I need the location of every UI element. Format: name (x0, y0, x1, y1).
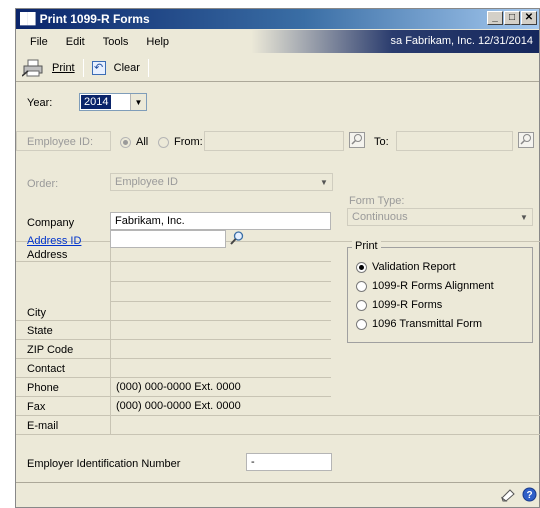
menu-tools[interactable]: Tools (94, 36, 138, 48)
user-company-date: sa Fabrikam, Inc. 12/31/2014 (390, 35, 533, 47)
form-type-label: Form Type: (349, 195, 405, 207)
order-dropdown[interactable]: Employee ID ▼ (110, 173, 333, 191)
chevron-down-icon: ▼ (320, 177, 328, 187)
divider (110, 301, 331, 302)
ein-field[interactable]: - (246, 453, 332, 471)
form-type-dropdown[interactable]: Continuous ▼ (347, 208, 533, 226)
year-dropdown[interactable]: 2014 ▼ (79, 93, 147, 111)
menu-edit[interactable]: Edit (57, 36, 94, 48)
radio-label: Validation Report (372, 261, 456, 273)
validation-report-radio[interactable]: Validation Report (356, 261, 456, 273)
divider (16, 377, 331, 378)
toolbar-separator-2 (147, 58, 149, 77)
divider (110, 281, 331, 282)
radio-dot (356, 280, 367, 292)
radio-label: 1099-R Forms (372, 299, 443, 311)
ein-label: Employer Identification Number (27, 458, 181, 470)
svg-text:?: ? (526, 490, 532, 501)
fax-value: (000) 000-0000 Ext. 0000 (116, 400, 241, 412)
print-button[interactable]: Print (16, 59, 79, 77)
city-label: City (27, 307, 46, 319)
state-label: State (27, 325, 53, 337)
app-icon: ██ (20, 13, 36, 25)
contact-label: Contact (27, 363, 65, 375)
close-button[interactable]: ✕ (521, 11, 537, 25)
company-field[interactable]: Fabrikam, Inc. (110, 212, 331, 230)
order-value: Employee ID (115, 176, 178, 188)
year-value: 2014 (79, 94, 113, 110)
divider (16, 241, 540, 242)
print-label: Print (52, 61, 75, 74)
clear-button[interactable]: ↶ Clear (88, 60, 144, 75)
divider (16, 415, 540, 416)
company-label: Company (27, 217, 75, 229)
phone-value: (000) 000-0000 Ext. 0000 (116, 381, 241, 393)
window-controls: _ □ ✕ (487, 11, 537, 25)
divider (16, 339, 331, 340)
email-label: E-mail (27, 420, 59, 432)
year-label: Year: (27, 97, 53, 109)
radio-label: 1096 Transmittal Form (372, 318, 483, 330)
search-icon[interactable] (228, 229, 246, 247)
radio-dot (158, 136, 169, 148)
divider (16, 434, 540, 435)
column-divider (110, 241, 111, 434)
undo-icon: ↶ (91, 60, 106, 75)
forms-radio[interactable]: 1099-R Forms (356, 299, 442, 311)
forms-alignment-radio[interactable]: 1099-R Forms Alignment (356, 280, 494, 292)
toolbar: Print ↶ Clear (16, 54, 539, 82)
minimize-button[interactable]: _ (487, 11, 503, 25)
clear-label: Clear (113, 61, 140, 74)
divider (16, 358, 331, 359)
employee-from-radio[interactable]: From: (158, 136, 203, 148)
employee-all-radio[interactable]: All (120, 136, 148, 148)
radio-dot (356, 318, 367, 330)
radio-label: 1099-R Forms Alignment (372, 280, 494, 292)
address-id-field[interactable] (110, 230, 226, 248)
employee-to-field[interactable] (396, 131, 513, 151)
title-bar: ██ Print 1099-R Forms _ □ ✕ (16, 9, 539, 29)
fax-label: Fax (27, 401, 46, 413)
radio-dot (356, 261, 367, 273)
employee-id-field-bg (16, 131, 111, 151)
chevron-down-icon[interactable]: ▼ (130, 94, 146, 110)
help-icon[interactable]: ? (522, 487, 537, 505)
lookup-icon[interactable] (348, 131, 366, 149)
maximize-button[interactable]: □ (504, 11, 520, 25)
divider (16, 261, 331, 262)
order-label: Order: (27, 178, 59, 190)
zip-label: ZIP Code (27, 344, 74, 356)
radio-label: From: (174, 136, 203, 148)
divider (16, 396, 331, 397)
divider (16, 320, 331, 321)
radio-dot (356, 299, 367, 311)
chevron-down-icon: ▼ (520, 212, 528, 222)
form-type-value: Continuous (352, 211, 408, 223)
footer-divider (16, 482, 539, 483)
print-1099r-window: ██ Print 1099-R Forms _ □ ✕ File Edit To… (15, 8, 540, 508)
menu-bar: File Edit Tools Help sa Fabrikam, Inc. 1… (16, 30, 539, 53)
radio-label: All (136, 136, 149, 148)
transmittal-form-radio[interactable]: 1096 Transmittal Form (356, 318, 482, 330)
address-label: Address (27, 249, 68, 261)
radio-dot (120, 136, 131, 148)
window-title: Print 1099-R Forms (39, 12, 150, 26)
lookup-icon[interactable] (517, 131, 535, 149)
toolbar-separator (82, 58, 84, 77)
printer-icon (21, 59, 46, 77)
employee-from-field[interactable] (204, 131, 344, 151)
employee-to-label: To: (374, 136, 389, 148)
menu-help[interactable]: Help (137, 36, 178, 48)
address-id-link[interactable]: Address ID (27, 235, 81, 247)
menu-file[interactable]: File (16, 36, 57, 48)
phone-label: Phone (27, 382, 59, 394)
print-group-label: Print (352, 240, 381, 252)
note-icon[interactable] (500, 488, 516, 505)
